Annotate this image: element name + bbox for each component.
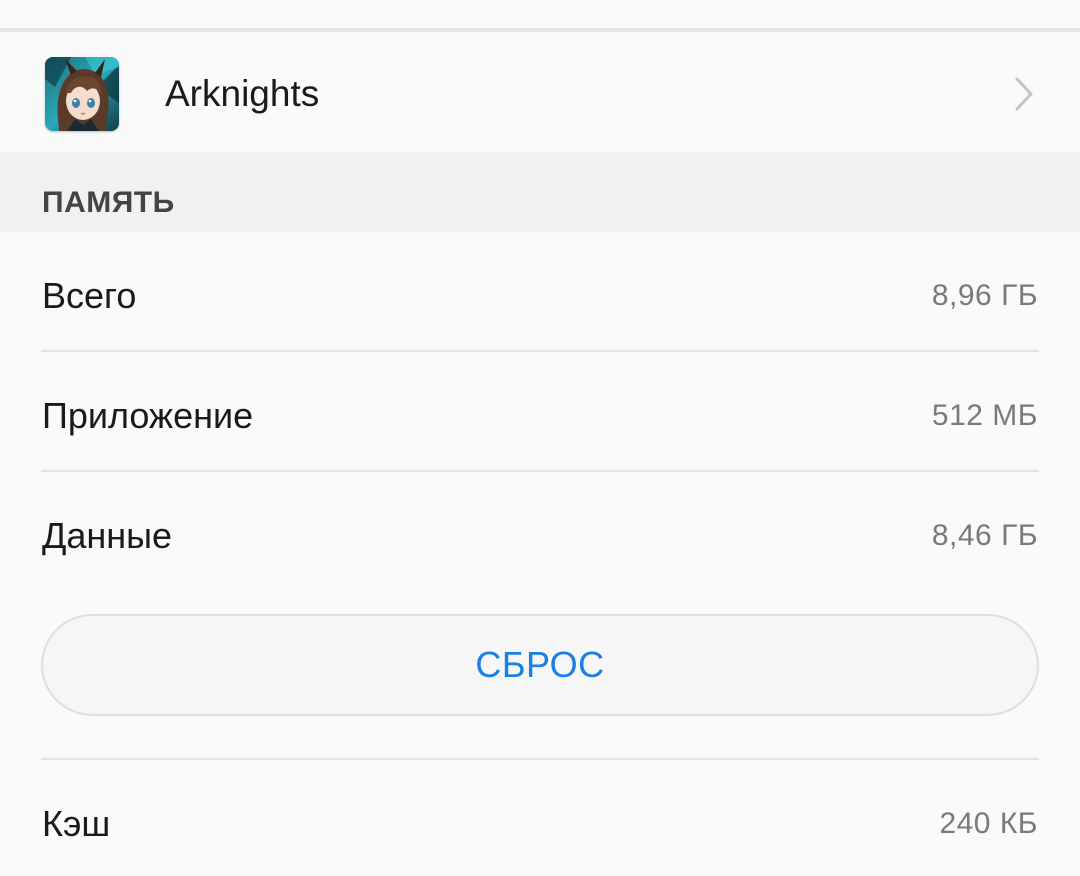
storage-section-header: ПАМЯТЬ	[0, 152, 1080, 232]
row-value: 512 МБ	[931, 399, 1038, 432]
section-title: ПАМЯТЬ	[42, 186, 175, 219]
storage-row-data: Данные 8,46 ГБ	[0, 476, 1080, 596]
divider	[41, 470, 1039, 472]
app-name: Arknights	[165, 73, 320, 114]
arknights-app-icon	[45, 57, 119, 131]
row-value: 8,96 ГБ	[931, 279, 1038, 312]
app-info-row[interactable]: Arknights	[0, 36, 1080, 152]
row-label: Приложение	[42, 395, 254, 436]
divider	[41, 350, 1039, 352]
reset-storage-button[interactable]: СБРОС	[41, 614, 1039, 716]
row-label: Всего	[42, 275, 137, 316]
chevron-right-icon	[1010, 76, 1040, 112]
row-label: Кэш	[42, 803, 111, 844]
storage-row-cache: Кэш 240 КБ	[0, 764, 1080, 876]
row-value: 8,46 ГБ	[931, 519, 1038, 552]
row-value: 240 КБ	[939, 807, 1038, 840]
row-label: Данные	[42, 515, 173, 556]
divider	[41, 758, 1039, 760]
storage-row-total: Всего 8,96 ГБ	[0, 236, 1080, 356]
app-storage-screen: Arknights ПАМЯТЬ Всего 8,96 ГБ Приложени…	[0, 0, 1080, 876]
storage-row-app: Приложение 512 МБ	[0, 356, 1080, 476]
top-divider	[0, 0, 1080, 32]
